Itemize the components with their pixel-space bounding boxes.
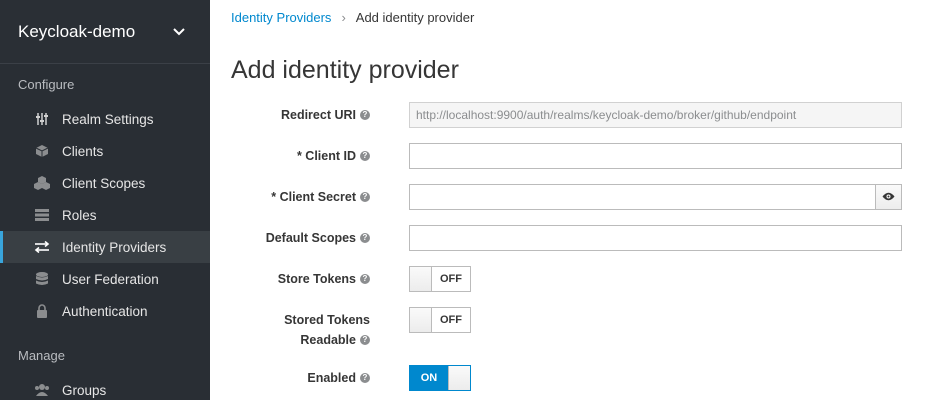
stored-tokens-readable-label-line1: Stored Tokens [284, 313, 370, 327]
chevron-down-icon [168, 21, 190, 43]
stored-tokens-readable-label-line2-wrap: Readable ? [300, 330, 370, 350]
store-tokens-label-text: Store Tokens [277, 272, 356, 286]
enabled-toggle[interactable]: ON [409, 365, 471, 391]
main-content: Identity Providers › Add identity provid… [210, 0, 946, 400]
toggle-knob [410, 308, 432, 332]
redirect-uri-label: Redirect URI ? [281, 105, 370, 125]
breadcrumb: Identity Providers › Add identity provid… [231, 10, 474, 25]
redirect-uri-label-text: Redirect URI [280, 108, 356, 122]
sidebar-item-label: Realm Settings [62, 111, 154, 127]
users-icon [34, 382, 50, 398]
client-id-field[interactable] [409, 143, 902, 169]
sidebar-item-roles[interactable]: Roles [0, 199, 210, 231]
sidebar-item-groups[interactable]: Groups [0, 374, 210, 400]
sidebar-item-label: Client Scopes [62, 175, 146, 191]
sidebar-item-client-scopes[interactable]: Client Scopes [0, 167, 210, 199]
help-icon[interactable]: ? [360, 373, 370, 383]
enabled-label-text: Enabled [307, 371, 356, 385]
eye-icon [882, 188, 895, 206]
help-icon[interactable]: ? [360, 335, 370, 345]
sidebar-item-clients[interactable]: Clients [0, 135, 210, 167]
default-scopes-field[interactable] [409, 225, 902, 251]
cube-icon [34, 143, 50, 159]
manage-section-label: Manage [18, 348, 65, 363]
stored-tokens-readable-toggle[interactable]: OFF [409, 307, 471, 333]
sidebar-item-label: Authentication [62, 303, 148, 319]
list-icon [34, 207, 50, 223]
help-icon[interactable]: ? [360, 151, 370, 161]
sidebar-item-label: User Federation [62, 271, 159, 287]
sidebar-item-label: Roles [62, 207, 97, 223]
default-scopes-label: Default Scopes ? [266, 228, 370, 248]
sidebar: Keycloak-demo Configure Realm Settings C… [0, 0, 210, 400]
sidebar-item-label: Groups [62, 382, 107, 398]
lock-icon [34, 303, 50, 319]
toggle-knob [448, 366, 470, 390]
realm-name: Keycloak-demo [18, 21, 136, 41]
sidebar-item-realm-settings[interactable]: Realm Settings [0, 103, 210, 135]
help-icon[interactable]: ? [360, 110, 370, 120]
configure-section-label: Configure [18, 77, 75, 92]
client-id-label-text: * Client ID [296, 149, 356, 163]
toggle-state: OFF [440, 314, 462, 326]
sidebar-item-authentication[interactable]: Authentication [0, 295, 210, 327]
help-icon[interactable]: ? [360, 274, 370, 284]
client-secret-field[interactable] [409, 184, 876, 210]
page-title: Add identity provider [231, 56, 459, 84]
client-secret-label-text: * Client Secret [271, 190, 356, 204]
breadcrumb-current: Add identity provider [355, 10, 475, 25]
breadcrumb-identity-providers-link[interactable]: Identity Providers [231, 10, 331, 25]
toggle-state: OFF [440, 273, 462, 285]
toggle-state: ON [410, 366, 448, 390]
sliders-icon [34, 111, 50, 127]
default-scopes-label-text: Default Scopes [265, 231, 356, 245]
help-icon[interactable]: ? [360, 192, 370, 202]
client-secret-label: * Client Secret ? [271, 187, 370, 207]
realm-selector[interactable]: Keycloak-demo [0, 0, 210, 64]
toggle-knob [410, 267, 432, 291]
redirect-uri-field[interactable]: http://localhost:9900/auth/realms/keyclo… [409, 102, 902, 128]
breadcrumb-separator: › [341, 10, 346, 25]
sidebar-item-label: Identity Providers [62, 239, 167, 255]
enabled-label: Enabled ? [307, 368, 370, 388]
stored-tokens-readable-label: Stored Tokens Readable ? [284, 310, 370, 350]
show-secret-button[interactable] [875, 184, 902, 210]
client-id-label: * Client ID ? [297, 146, 370, 166]
store-tokens-toggle[interactable]: OFF [409, 266, 471, 292]
exchange-icon [34, 239, 50, 255]
sidebar-item-identity-providers[interactable]: Identity Providers [0, 231, 210, 263]
stored-tokens-readable-label-line2: Readable [300, 333, 356, 347]
cubes-icon [34, 175, 50, 191]
help-icon[interactable]: ? [360, 233, 370, 243]
sidebar-item-user-federation[interactable]: User Federation [0, 263, 210, 295]
store-tokens-label: Store Tokens ? [278, 269, 370, 289]
sidebar-item-label: Clients [62, 143, 104, 159]
database-icon [34, 271, 50, 287]
